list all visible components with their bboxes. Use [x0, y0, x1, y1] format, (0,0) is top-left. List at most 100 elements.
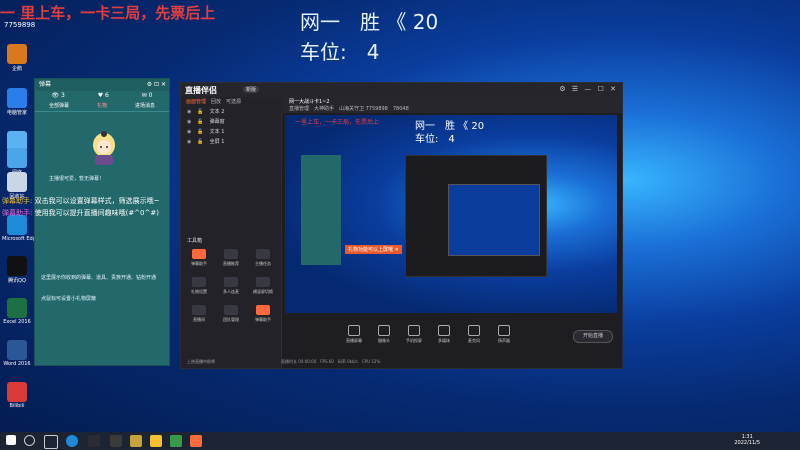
desktop-shortcut[interactable]: 腾讯QQ [2, 256, 32, 284]
eye-icon[interactable]: ◉ [187, 109, 191, 115]
excel-icon [7, 298, 27, 318]
eye-icon[interactable]: ◉ [187, 139, 191, 145]
stream-preview[interactable]: 一里上车，一卡三局，先票后上 网一 胜 《 20 车位: 4 礼物功能可以上屏哦… [285, 115, 617, 313]
toolbox-item[interactable]: 团队管理 [217, 305, 245, 323]
tab-replay[interactable]: 回放 [211, 97, 221, 107]
eye-icon[interactable]: ◉ [187, 119, 191, 125]
toolbox-title: 工具箱 [187, 238, 203, 244]
bottom-tool-label: 手机投屏 [406, 338, 422, 343]
tab-gifts[interactable]: 礼物 [97, 101, 107, 111]
app-logo: 直播伴侣 [185, 86, 217, 95]
app-icon[interactable] [150, 435, 162, 447]
danmaku-window[interactable]: 弹幕 ⚙ ⊡ ✕ 👁 3 ♥ 6 ✉ 0 全部弹幕 礼物 进场消息 主播很可爱，… [34, 78, 170, 366]
tool-icon [224, 249, 238, 259]
toolbox-item[interactable]: 横竖屏切换 [249, 277, 277, 295]
tab-all-danmaku[interactable]: 全部弹幕 [49, 101, 69, 111]
tab-scene[interactable]: 画面管理 [186, 97, 206, 107]
window-controls[interactable]: ⚙ ☰ — ☐ ✕ [559, 85, 618, 93]
desktop-shortcut[interactable]: Bilibili [2, 382, 32, 409]
tool-icon [408, 325, 420, 336]
scene-panel: 画面管理 回放 可选源 ◉ 🔓 文本 2 ◉ 🔓 弹幕窗 ◉ 🔓 文本 1 ◉ 🔓 全屏 1 工… [181, 97, 282, 368]
eye-icon[interactable]: ◉ [187, 129, 191, 135]
stream-overlay-win-count: 网一 胜 《 20 [300, 10, 439, 34]
toolbox-item[interactable]: 礼物设置 [185, 277, 213, 295]
toolbox-item[interactable]: 主播任务 [249, 249, 277, 267]
app-icon [7, 382, 27, 402]
bottom-tool-button[interactable]: 扬声器 [491, 325, 517, 344]
bottom-tool-label: 直播屏幕 [346, 338, 362, 343]
tool-label: 主播任务 [255, 261, 271, 266]
desktop-shortcut[interactable]: Microsoft Edge [2, 215, 39, 242]
status-bar: 直播时长 00:00:00 FPS 60 码率 0kb/s CPU 12% [281, 359, 381, 364]
mascot-image [93, 131, 115, 165]
empty-state-text: 主播很可爱，暂无弹幕！ [49, 176, 105, 182]
layer-item[interactable]: ◉ 🔓 文本 1 [181, 127, 281, 137]
bottom-tool-button[interactable]: 手机投屏 [401, 325, 427, 344]
version-badge[interactable]: 新版 [243, 86, 260, 93]
tool-icon [438, 325, 450, 336]
go-live-button[interactable]: 开始直播 [573, 330, 613, 343]
toolbox-item[interactable]: 弹幕助手 [185, 249, 213, 267]
toolbox-item[interactable]: 直播推荐 [217, 249, 245, 267]
app-titlebar[interactable]: 直播伴侣 新版 ⚙ ☰ — ☐ ✕ [181, 83, 622, 97]
start-icon[interactable] [6, 435, 16, 445]
task-view-icon[interactable] [44, 435, 58, 449]
desktop-shortcut[interactable]: Word 2016 [2, 340, 32, 367]
stream-info-bar: 网一大战斗卡1~2 直播管理 大神助手 山海关守卫 7759898 78048 [281, 97, 622, 113]
tool-icon [348, 325, 360, 336]
game-icon[interactable] [110, 435, 122, 447]
tool-label: 弹幕助手 [191, 261, 207, 266]
viewer-count: 👁 3 [51, 92, 65, 99]
tab-sources[interactable]: 可选源 [226, 97, 241, 107]
app-icon[interactable] [88, 435, 100, 447]
taskbar: 1:31 2022/11/5 [0, 432, 800, 450]
edge-icon [7, 215, 27, 235]
live-companion-icon[interactable] [190, 435, 202, 447]
tool-label: 直播间 [193, 317, 205, 322]
tool-label: 横竖屏切换 [253, 289, 273, 294]
tool-label: 多人连麦 [223, 289, 239, 294]
danmaku-text: 使用我可以提升直播间趣味哦(#^0^#) [32, 209, 159, 217]
tool-label: 团队管理 [223, 317, 239, 322]
desktop-shortcut-label: Microsoft Edge [2, 236, 39, 242]
danmaku-window-titlebar[interactable]: 弹幕 ⚙ ⊡ ✕ [35, 79, 169, 91]
shield-icon [7, 88, 27, 108]
tool-icon [378, 325, 390, 336]
tool-icon [224, 277, 238, 287]
message-count: ✉ 0 [141, 92, 153, 99]
desktop-shortcut[interactable]: 企鹅 [2, 44, 32, 72]
lock-icon[interactable]: 🔓 [197, 139, 203, 145]
live-companion-window[interactable]: 直播伴侣 新版 ⚙ ☰ — ☐ ✕ 画面管理 回放 可选源 ◉ 🔓 文本 2 ◉ 🔓 弹… [180, 82, 623, 369]
app-icon[interactable] [170, 435, 182, 447]
lock-icon[interactable]: 🔓 [197, 129, 203, 135]
layer-item[interactable]: ◉ 🔓 全屏 1 [181, 137, 281, 147]
search-icon[interactable] [24, 435, 35, 446]
bottom-tool-button[interactable]: 麦克风 [461, 325, 487, 344]
edge-icon[interactable] [66, 435, 78, 447]
danmaku-line: 弹幕助手: 双击我可以设置弹幕样式，筛选展示哦~ [2, 196, 159, 206]
clock[interactable]: 1:31 2022/11/5 [734, 434, 760, 446]
bottom-tool-button[interactable]: 直播屏幕 [341, 325, 367, 344]
bottom-tool-button[interactable]: 多媒体 [431, 325, 457, 344]
desktop-shortcut[interactable]: Excel 2016 [2, 298, 32, 325]
recycle-bin-icon [7, 172, 27, 192]
tool-icon [256, 305, 270, 315]
danmaku-window-controls[interactable]: ⚙ ⊡ ✕ [147, 79, 166, 91]
toolbox-item[interactable]: 直播间 [185, 305, 213, 323]
desktop-shortcut[interactable]: 电脑管家 [2, 88, 32, 116]
lock-icon[interactable]: 🔓 [197, 109, 203, 115]
lock-icon[interactable]: 🔓 [197, 119, 203, 125]
folder-icon[interactable] [130, 435, 142, 447]
desktop-shortcut-label: 企鹅 [11, 66, 22, 72]
qq-icon [7, 256, 27, 276]
toolbox-item[interactable]: 多人连麦 [217, 277, 245, 295]
toolbox-item[interactable]: 弹幕助手 [249, 305, 277, 323]
bottom-tool-label: 多媒体 [438, 338, 450, 343]
bottom-tool-button[interactable]: 摄像头 [371, 325, 397, 344]
layer-item[interactable]: ◉ 🔓 文本 2 [181, 107, 281, 117]
bottom-tool-label: 摄像头 [378, 338, 390, 343]
layer-item[interactable]: ◉ 🔓 弹幕窗 [181, 117, 281, 127]
gift-banner[interactable]: 礼物功能可以上屏哦 ✕ [345, 245, 402, 254]
stream-meta: 直播管理 大神助手 山海关守卫 7759898 78048 [289, 106, 409, 112]
tab-entry-messages[interactable]: 进场消息 [135, 101, 155, 111]
